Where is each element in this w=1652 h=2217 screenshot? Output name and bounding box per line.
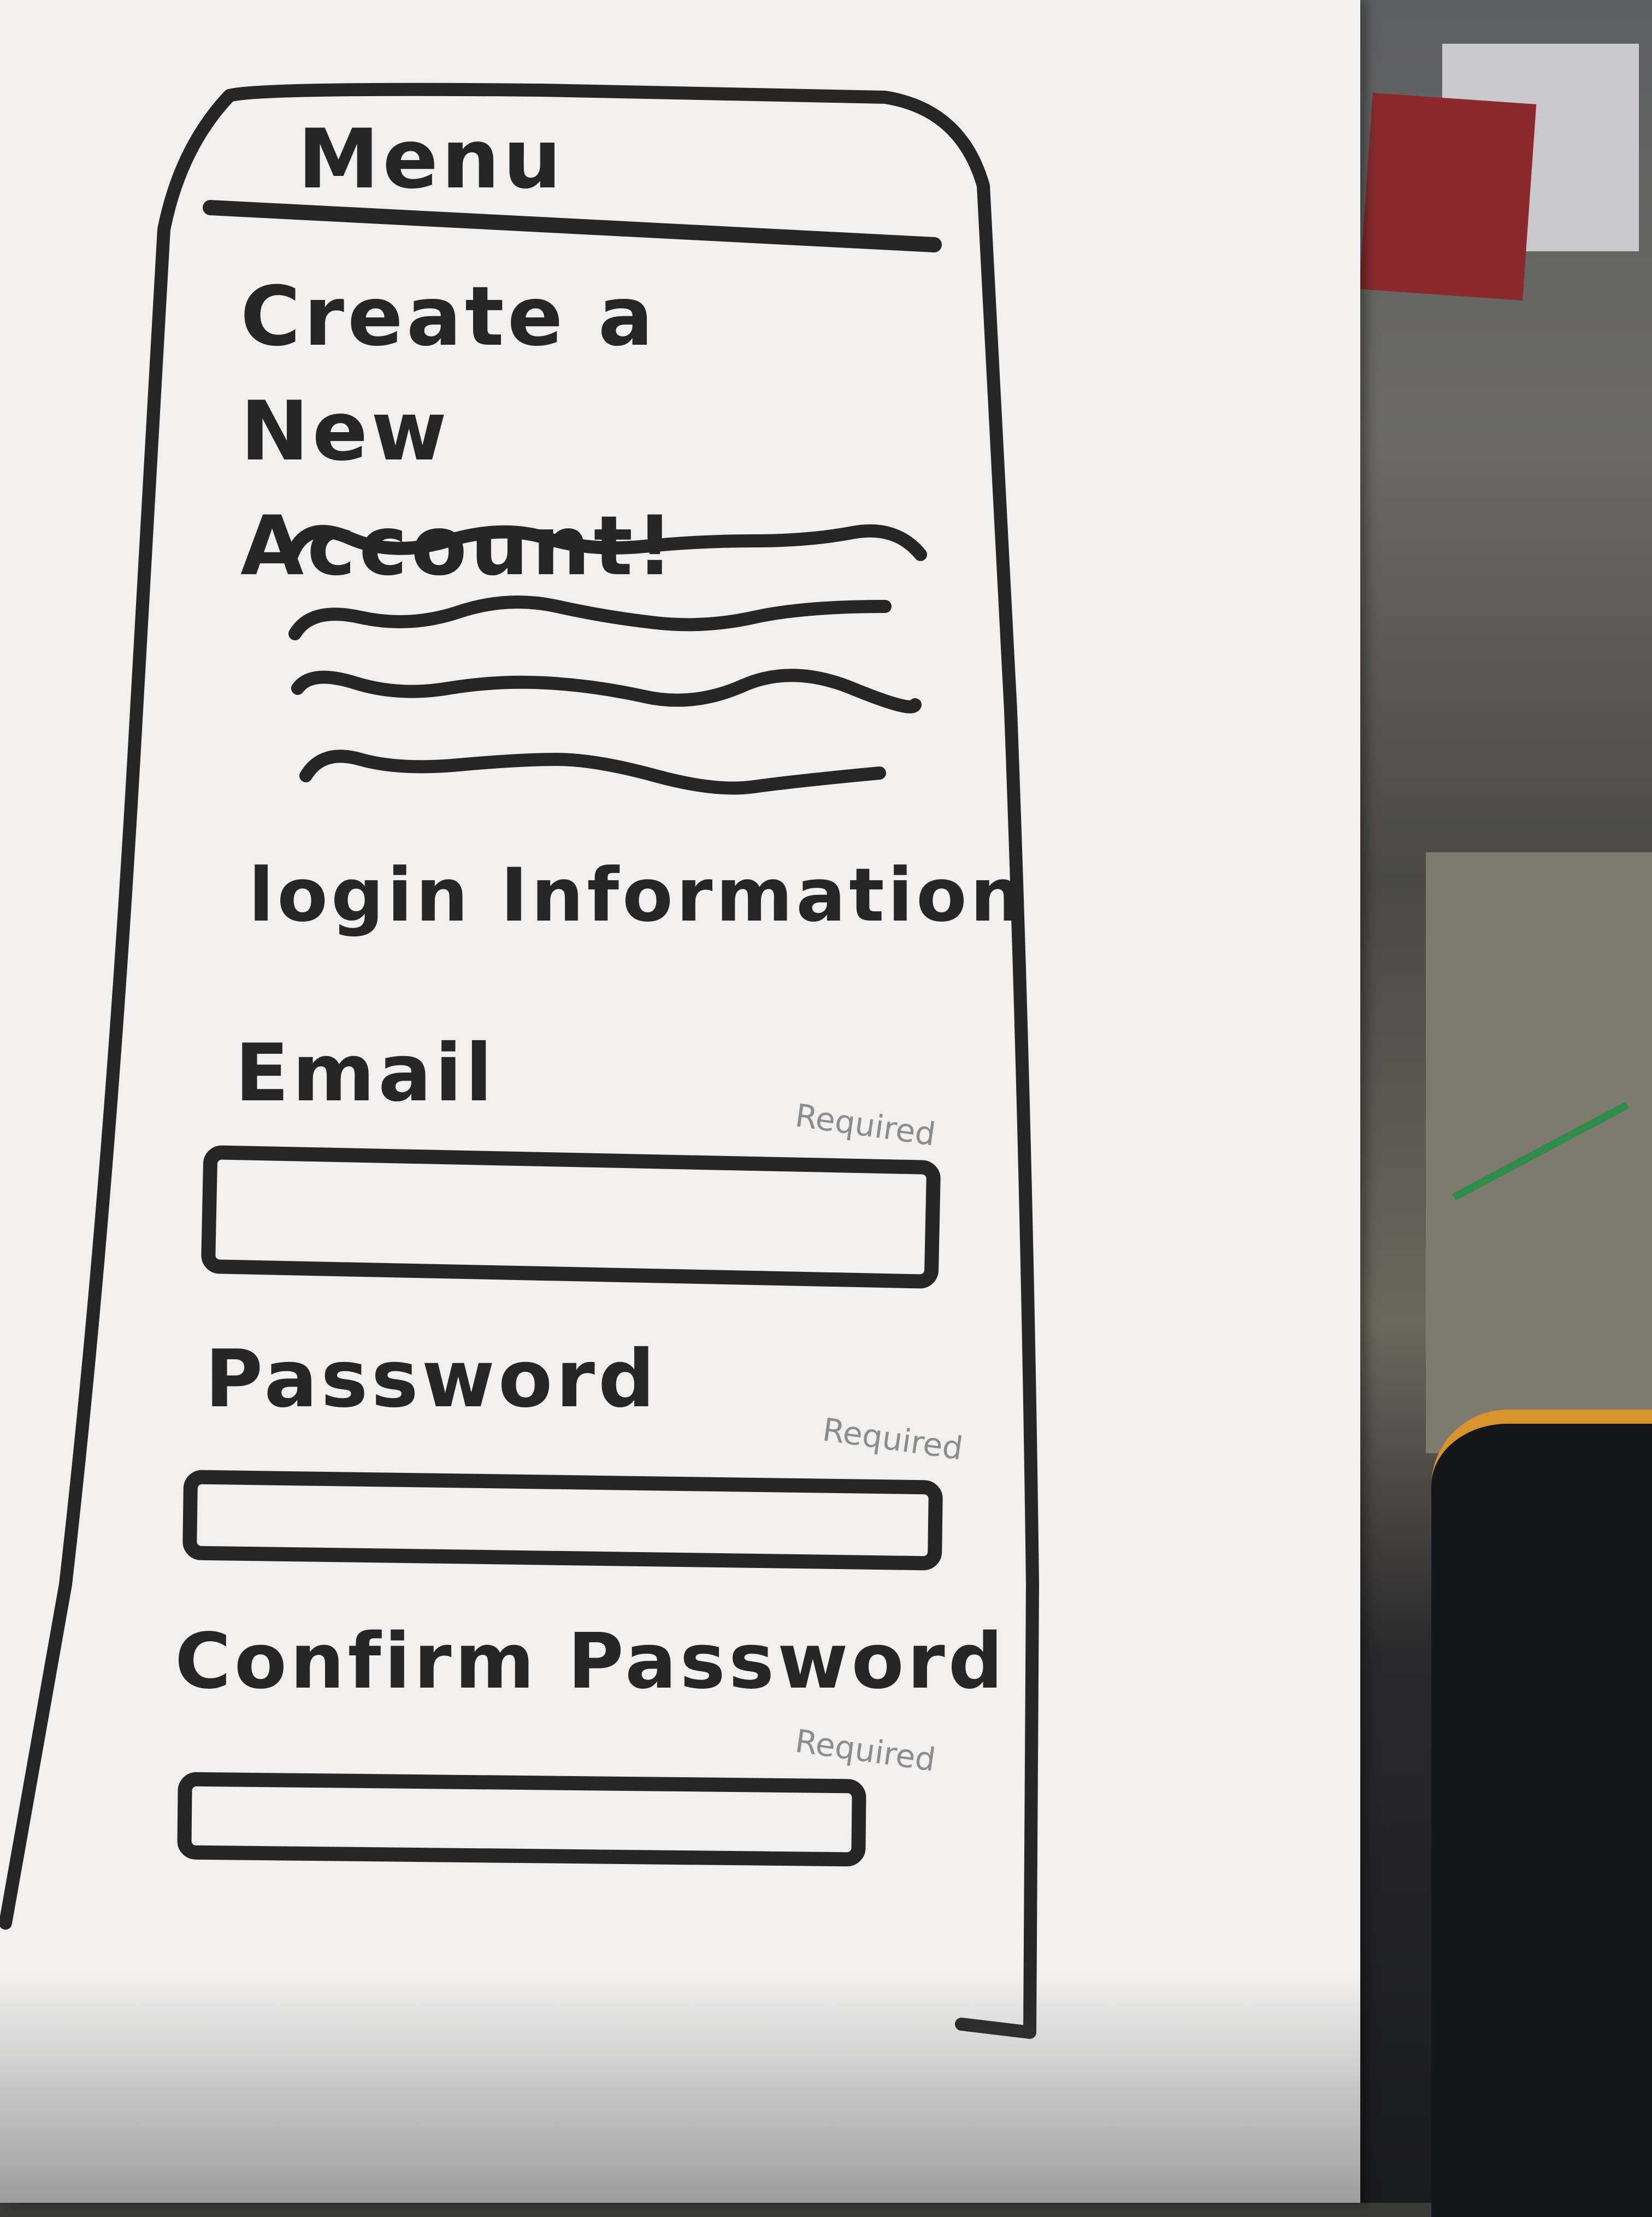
email-field[interactable]: [200, 1145, 941, 1289]
password-field[interactable]: [182, 1470, 943, 1571]
menu-title[interactable]: Menu: [298, 112, 565, 207]
placeholder-text-line: [291, 669, 922, 714]
background-object: [1359, 92, 1537, 301]
confirm-password-label: Confirm Password: [175, 1617, 1006, 1706]
placeholder-text-line: [288, 595, 892, 640]
page-heading: Create a New Account!: [240, 269, 677, 594]
background-object: [1431, 1410, 1652, 2217]
section-title: login Information: [249, 852, 1026, 938]
placeholder-text-line: [299, 750, 886, 795]
email-label: Email: [235, 1027, 496, 1119]
password-label: Password: [205, 1333, 658, 1425]
paper-sheet: Menu Create a New Account! login Informa…: [0, 0, 1360, 2203]
confirm-password-field[interactable]: [177, 1772, 866, 1867]
menu-divider: [203, 200, 942, 252]
